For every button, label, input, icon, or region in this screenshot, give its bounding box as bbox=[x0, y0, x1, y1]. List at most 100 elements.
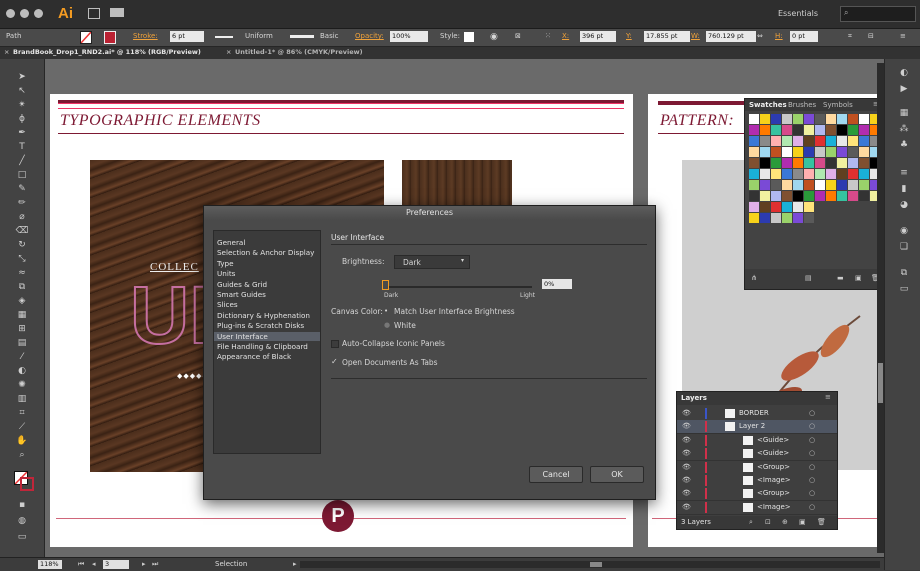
color-swatch[interactable] bbox=[771, 147, 781, 157]
color-swatch[interactable] bbox=[815, 125, 825, 135]
layer-row[interactable]: 👁 <Guide> ○ bbox=[677, 433, 837, 448]
zoom-tool-icon[interactable]: ⌕ bbox=[15, 449, 29, 462]
visibility-eye-icon[interactable]: 👁 bbox=[682, 436, 691, 444]
color-swatch[interactable] bbox=[804, 213, 814, 223]
arrange-documents-icon[interactable] bbox=[110, 8, 124, 17]
transparency-panel-icon[interactable]: ◕ bbox=[898, 199, 910, 211]
free-transform-tool-icon[interactable]: ⧉ bbox=[15, 281, 29, 294]
ok-button[interactable]: OK bbox=[590, 466, 644, 483]
brush-definition-select[interactable]: Basic bbox=[320, 32, 339, 40]
layer-name[interactable]: Layer 2 bbox=[739, 422, 765, 430]
eraser-tool-icon[interactable]: ⌫ bbox=[15, 225, 29, 238]
color-mode-icon[interactable]: ▪ bbox=[15, 499, 29, 512]
new-swatch-icon[interactable]: ▣ bbox=[855, 274, 862, 282]
color-swatch[interactable] bbox=[804, 202, 814, 212]
minimize-window-button[interactable] bbox=[20, 9, 29, 18]
recolor-artwork-icon[interactable]: ◉ bbox=[490, 32, 498, 42]
preferences-category-item[interactable]: Smart Guides bbox=[217, 290, 266, 299]
color-swatch[interactable] bbox=[793, 213, 803, 223]
slice-tool-icon[interactable]: ⟋ bbox=[15, 421, 29, 434]
stroke-weight-input[interactable]: 6 pt bbox=[170, 31, 204, 42]
color-swatch[interactable] bbox=[749, 158, 759, 168]
locate-object-icon[interactable]: ⌕ bbox=[749, 518, 753, 527]
visibility-eye-icon[interactable]: 👁 bbox=[682, 476, 691, 484]
color-swatch[interactable] bbox=[782, 158, 792, 168]
color-swatch[interactable] bbox=[837, 136, 847, 146]
gradient-tool-icon[interactable]: ▤ bbox=[15, 337, 29, 350]
preferences-category-item[interactable]: Type bbox=[217, 259, 234, 268]
link-proportions-icon[interactable]: ⇔ bbox=[757, 32, 763, 40]
visibility-eye-icon[interactable]: 👁 bbox=[682, 422, 691, 430]
brightness-slider-handle[interactable] bbox=[382, 280, 389, 290]
color-swatch[interactable] bbox=[771, 191, 781, 201]
color-swatch[interactable] bbox=[760, 158, 770, 168]
color-swatch[interactable] bbox=[771, 213, 781, 223]
layer-target-icon[interactable]: ○ bbox=[809, 489, 815, 497]
color-swatch[interactable] bbox=[848, 191, 858, 201]
color-swatch[interactable] bbox=[859, 180, 869, 190]
color-swatch[interactable] bbox=[760, 136, 770, 146]
layer-row[interactable]: 👁 Layer 2 ○ bbox=[677, 420, 837, 435]
layer-name[interactable]: <Image> bbox=[757, 476, 791, 484]
pencil-tool-icon[interactable]: ✏ bbox=[15, 197, 29, 210]
color-swatch[interactable] bbox=[859, 125, 869, 135]
lasso-tool-icon[interactable]: ϕ bbox=[15, 113, 29, 126]
blob-brush-tool-icon[interactable]: ⌀ bbox=[15, 211, 29, 224]
artboards-panel-icon[interactable]: ▭ bbox=[898, 283, 910, 295]
canvas-option-1-radio[interactable]: • bbox=[384, 307, 388, 315]
visibility-eye-icon[interactable]: 👁 bbox=[682, 449, 691, 457]
layers-panel-icon[interactable]: ⧉ bbox=[898, 267, 910, 279]
magic-wand-tool-icon[interactable]: ✴ bbox=[15, 99, 29, 112]
color-swatch[interactable] bbox=[782, 202, 792, 212]
layer-name[interactable]: <Guide> bbox=[757, 436, 789, 444]
y-input[interactable]: 17.855 pt bbox=[644, 31, 690, 42]
visibility-eye-icon[interactable]: 👁 bbox=[682, 409, 691, 417]
color-swatch[interactable] bbox=[793, 158, 803, 168]
color-swatch[interactable] bbox=[749, 191, 759, 201]
color-swatch[interactable] bbox=[782, 147, 792, 157]
line-tool-icon[interactable]: ╱ bbox=[15, 155, 29, 168]
color-swatch[interactable] bbox=[826, 158, 836, 168]
type-tool-icon[interactable]: T bbox=[15, 141, 29, 154]
color-swatch[interactable] bbox=[760, 180, 770, 190]
color-swatch[interactable] bbox=[837, 125, 847, 135]
color-swatch[interactable] bbox=[859, 158, 869, 168]
x-input[interactable]: 396 pt bbox=[580, 31, 616, 42]
color-swatch[interactable] bbox=[760, 147, 770, 157]
color-swatch[interactable] bbox=[804, 114, 814, 124]
preferences-category-item[interactable]: Dictionary & Hyphenation bbox=[217, 311, 310, 320]
layer-target-icon[interactable]: ○ bbox=[809, 476, 815, 484]
auto-collapse-checkbox[interactable] bbox=[331, 340, 339, 348]
tab-untitled[interactable]: Untitled-1* @ 86% (CMYK/Preview) bbox=[235, 48, 363, 56]
canvas-option-2-radio[interactable]: ● bbox=[384, 321, 390, 329]
stroke-panel-icon[interactable]: ≡ bbox=[898, 167, 910, 179]
color-swatch[interactable] bbox=[771, 136, 781, 146]
tab-close-icon[interactable]: × bbox=[4, 48, 9, 56]
horizontal-scroll-thumb[interactable] bbox=[590, 562, 602, 567]
color-swatch[interactable] bbox=[804, 169, 814, 179]
draw-mode-icon[interactable]: ◍ bbox=[15, 515, 29, 528]
color-swatch[interactable] bbox=[793, 180, 803, 190]
color-swatch[interactable] bbox=[782, 169, 792, 179]
color-swatch[interactable] bbox=[749, 136, 759, 146]
stroke-label[interactable]: Stroke: bbox=[133, 32, 158, 40]
panel-menu-icon[interactable]: ≡ bbox=[900, 32, 906, 40]
preferences-category-item[interactable]: User Interface bbox=[214, 331, 320, 341]
scale-tool-icon[interactable]: ⤡ bbox=[15, 253, 29, 266]
stroke-swatch[interactable] bbox=[104, 31, 116, 44]
selection-tool-icon[interactable]: ➤ bbox=[15, 71, 29, 84]
color-swatch[interactable] bbox=[804, 136, 814, 146]
bridge-icon[interactable] bbox=[88, 8, 100, 19]
perspective-grid-tool-icon[interactable]: ▦ bbox=[15, 309, 29, 322]
make-clipping-mask-icon[interactable]: ⊡ bbox=[765, 518, 771, 526]
graphic-style-swatch[interactable] bbox=[464, 32, 474, 42]
screen-mode-icon[interactable]: ▭ bbox=[15, 531, 29, 544]
search-input[interactable]: ⌕ bbox=[840, 6, 916, 22]
preferences-category-item[interactable]: File Handling & Clipboard bbox=[217, 342, 308, 351]
color-swatch[interactable] bbox=[848, 180, 858, 190]
color-swatch[interactable] bbox=[848, 158, 858, 168]
color-swatch[interactable] bbox=[837, 158, 847, 168]
workspace-switcher[interactable]: Essentials bbox=[778, 9, 818, 18]
color-swatch[interactable] bbox=[815, 180, 825, 190]
color-swatch[interactable] bbox=[782, 180, 792, 190]
